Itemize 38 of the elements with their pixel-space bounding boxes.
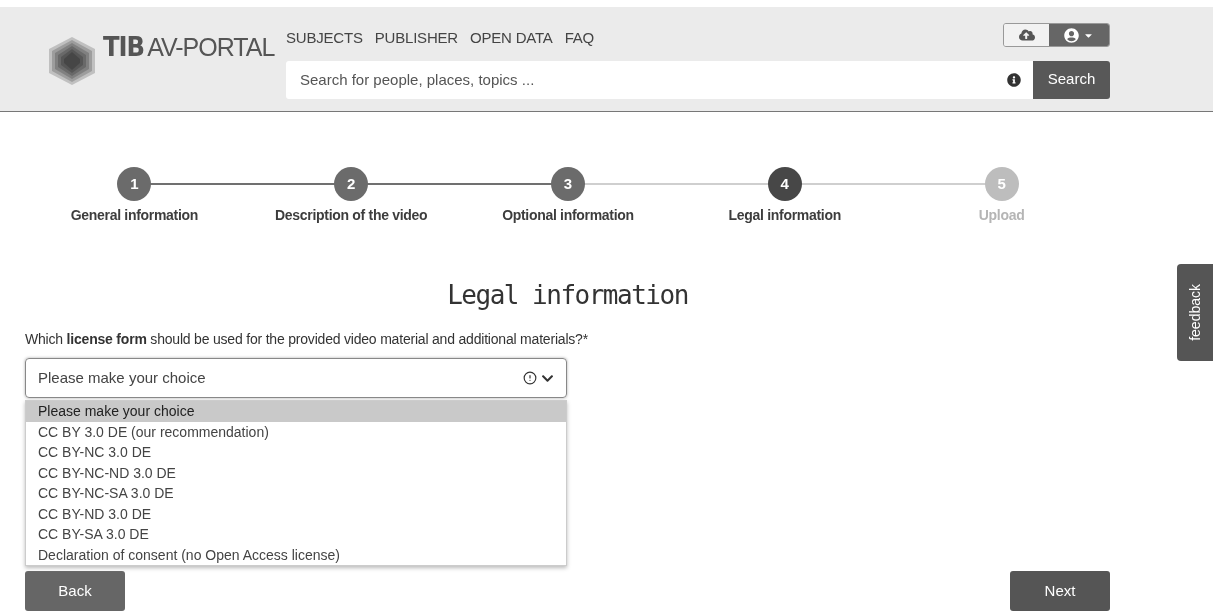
step-number: 3 — [551, 167, 585, 201]
step-label: Optional information — [502, 206, 634, 225]
logo-wordmark: AV-PORTAL — [147, 32, 275, 63]
feedback-tab[interactable]: feedback — [1177, 264, 1213, 361]
step-number: 2 — [334, 167, 369, 201]
option-item[interactable]: CC BY-SA 3.0 DE — [26, 524, 566, 545]
next-button[interactable]: Next — [1010, 571, 1110, 611]
upload-button[interactable] — [1004, 24, 1049, 46]
logo-wordmark-bold: TIB — [103, 30, 145, 64]
option-item[interactable]: CC BY-NC-SA 3.0 DE — [26, 483, 566, 504]
option-item[interactable]: Please make your choice — [26, 401, 566, 422]
option-item[interactable]: CC BY-ND 3.0 DE — [26, 503, 566, 524]
nav-link[interactable]: PUBLISHER — [374, 27, 458, 50]
step-label: Legal information — [728, 206, 841, 225]
option-item[interactable]: CC BY-NC 3.0 DE — [26, 442, 566, 463]
search-button[interactable]: Search — [1033, 60, 1110, 99]
back-button[interactable]: Back — [25, 571, 125, 611]
step-label: Upload — [978, 206, 1025, 225]
nav-link[interactable]: FAQ — [564, 27, 595, 50]
user-icon — [1064, 27, 1079, 43]
option-item[interactable]: CC BY-NC-ND 3.0 DE — [26, 462, 566, 483]
license-select[interactable]: Please make your choice — [25, 358, 567, 398]
page-title: Legal information — [446, 279, 689, 312]
search-field[interactable]: Search for people, places, topics ... — [286, 60, 1033, 99]
cloud-upload-icon — [1018, 27, 1035, 43]
step-label: General information — [70, 206, 199, 225]
user-menu-button[interactable] — [1049, 24, 1109, 46]
step-number: 4 — [767, 167, 802, 201]
option-item[interactable]: Declaration of consent (no Open Access license) — [26, 544, 566, 565]
alert-icon — [523, 371, 537, 385]
nav-link[interactable]: SUBJECTS — [286, 27, 363, 50]
question-text: Which license form should be used for the provided video material and additional materials?* — [25, 330, 589, 349]
info-icon[interactable] — [1007, 72, 1021, 87]
step-number: 5 — [984, 167, 1019, 201]
nav-link[interactable]: OPEN DATA — [470, 27, 553, 50]
step-number: 1 — [117, 167, 152, 201]
step-label: Description of the video — [275, 206, 428, 225]
option-item[interactable]: CC BY 3.0 DE (our recommendation) — [26, 421, 566, 442]
